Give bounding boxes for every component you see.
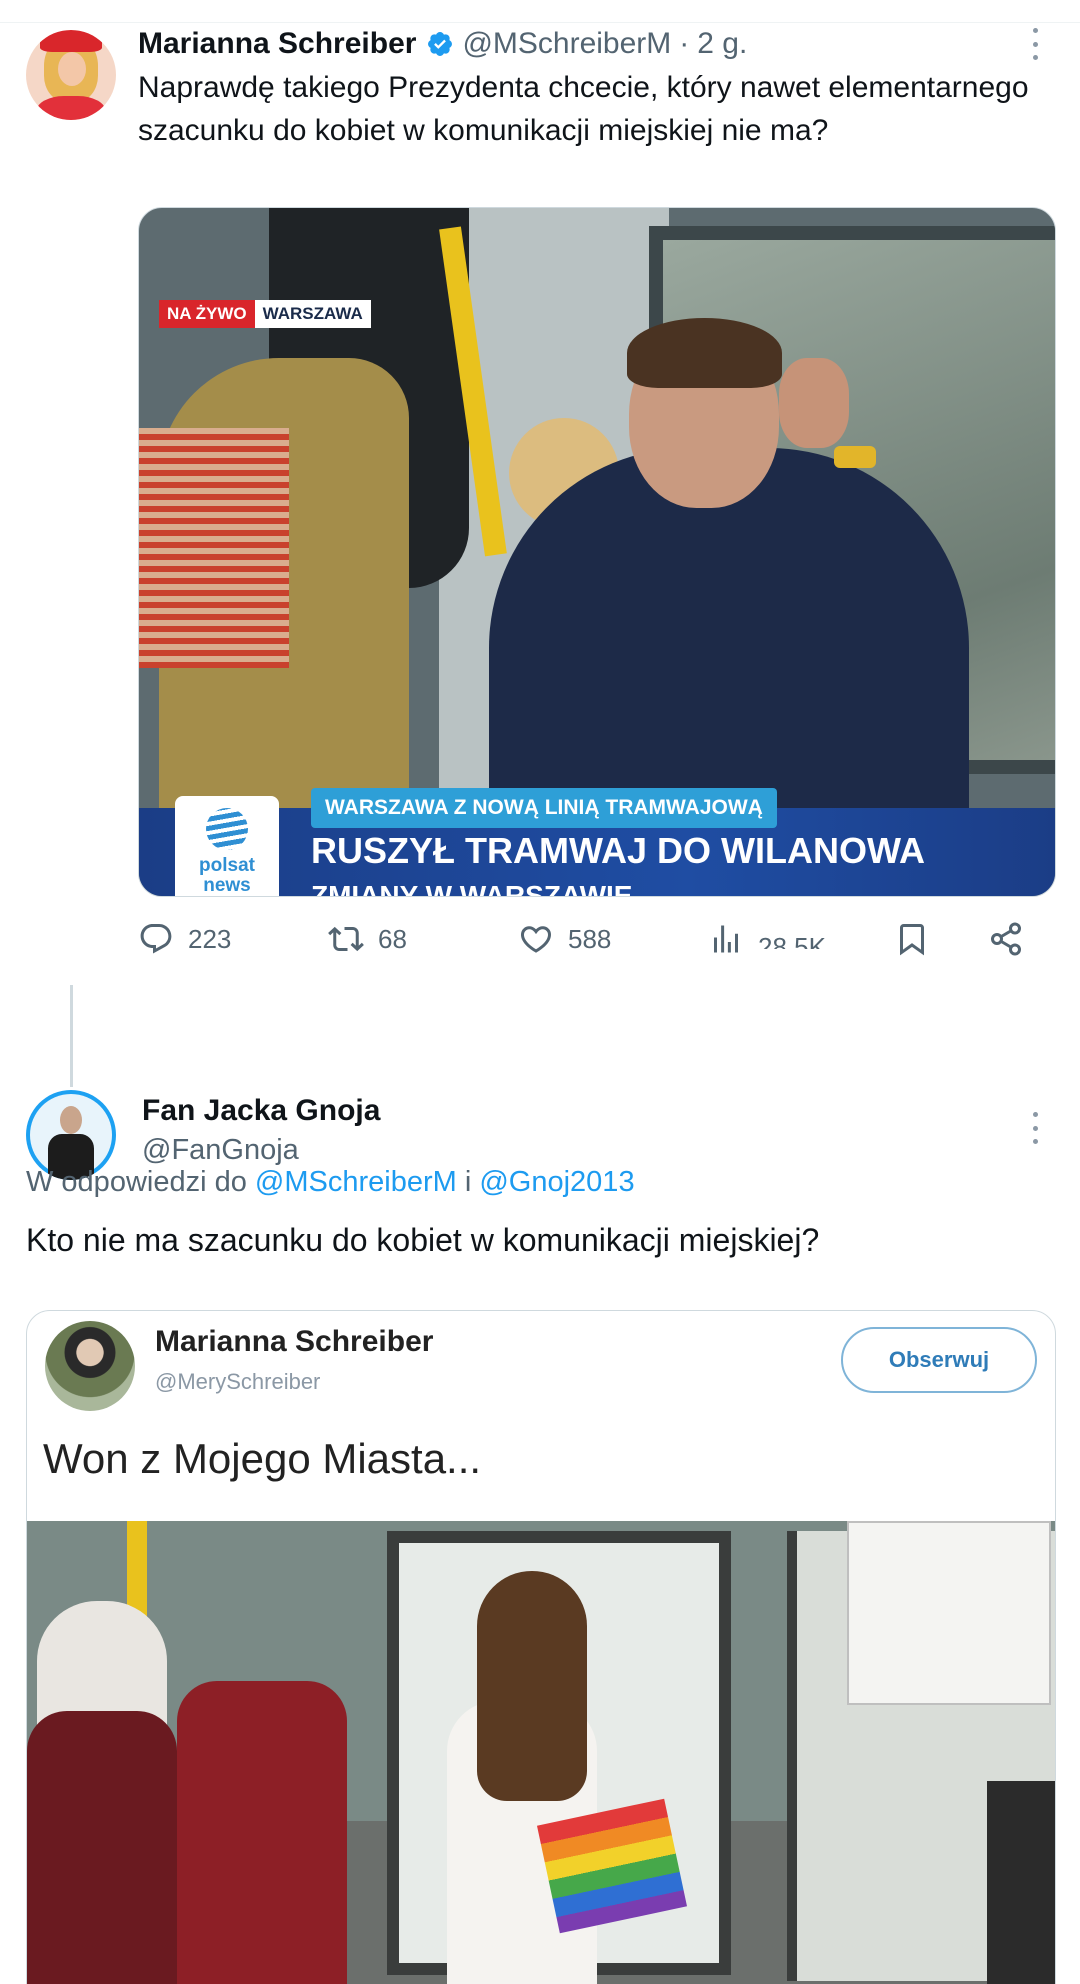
- author-handle[interactable]: @MSchreiberM: [462, 27, 671, 61]
- mention-link[interactable]: @MSchreiberM: [255, 1166, 457, 1198]
- top-divider: [0, 22, 1080, 23]
- embedded-follow-button: Obserwuj: [841, 1327, 1037, 1393]
- reply-button[interactable]: 223: [138, 916, 231, 962]
- bookmark-icon: [900, 924, 924, 956]
- reply-prefix: W odpowiedzi do: [26, 1166, 247, 1198]
- reply-joiner: i: [464, 1166, 472, 1198]
- live-label: NA ŻYWO: [159, 300, 255, 328]
- views-bars-icon: [714, 925, 738, 953]
- man-hand: [779, 358, 849, 448]
- woman-hair: [477, 1571, 587, 1801]
- author-avatar[interactable]: [26, 30, 116, 120]
- embedded-avatar: [45, 1321, 135, 1411]
- mention-link[interactable]: @Gnoj2013: [479, 1166, 634, 1198]
- author-name[interactable]: Marianna Schreiber: [138, 27, 416, 61]
- passenger-striped-shirt: [139, 428, 289, 668]
- tweet-action-bar: 223 68 588 28,5K: [138, 916, 1038, 962]
- more-dots-icon[interactable]: [1030, 1112, 1040, 1144]
- news-headline-cut: ZMIANY W WARSZAWIE: [311, 880, 633, 896]
- tweet-timestamp[interactable]: 2 g.: [697, 27, 747, 61]
- reply-text: Kto nie ma szacunku do kobiet w komunika…: [26, 1222, 820, 1258]
- polsat-globe-icon: [206, 808, 248, 850]
- avatar-face: [58, 52, 86, 86]
- reply-count: 223: [188, 923, 232, 954]
- tweet-media-image[interactable]: NA ŻYWO WARSZAWA WARSZAWA Z NOWĄ LINIĄ T…: [138, 207, 1056, 897]
- bus-seat: [27, 1711, 177, 1984]
- retweet-count: 68: [378, 923, 407, 954]
- views-button[interactable]: 28,5K: [708, 916, 826, 962]
- share-icon: [991, 922, 1021, 956]
- embedded-author-handle: @MerySchreiber: [155, 1369, 321, 1394]
- dark-seat: [987, 1781, 1055, 1984]
- thread-connector-line: [70, 985, 73, 1087]
- replying-to: W odpowiedzi do @MSchreiberM i @Gnoj2013: [26, 1166, 635, 1199]
- logo-line2: news: [203, 875, 251, 896]
- news-subheadline: WARSZAWA Z NOWĄ LINIĄ TRAMWAJOWĄ: [311, 788, 777, 828]
- bus-seat-red: [177, 1681, 347, 1984]
- man-hair: [627, 318, 782, 388]
- bus-notice-sign: [847, 1521, 1051, 1705]
- live-city-label: WARSZAWA: [254, 300, 371, 328]
- live-badge: NA ŻYWO WARSZAWA: [159, 300, 371, 328]
- avatar-head: [60, 1106, 82, 1134]
- reply-author-handle[interactable]: @FanGnoja: [142, 1134, 299, 1167]
- avatar-hat: [40, 30, 102, 52]
- views-count: 28,5K: [758, 932, 826, 949]
- news-headline: RUSZYŁ TRAMWAJ DO WILANOWA: [311, 830, 925, 871]
- verified-badge-icon[interactable]: [426, 30, 454, 58]
- share-button[interactable]: [988, 916, 1038, 962]
- logo-line1: polsat: [199, 855, 255, 876]
- yellow-watch: [834, 446, 876, 468]
- bookmark-button[interactable]: [894, 916, 944, 962]
- embedded-author-name: Marianna Schreiber: [155, 1325, 434, 1358]
- avatar-clothes: [36, 96, 106, 120]
- reply-author-name[interactable]: Fan Jacka Gnoja: [142, 1094, 380, 1128]
- heart-icon: [520, 926, 552, 953]
- tweet-header: Marianna Schreiber @MSchreiberM · 2 g.: [138, 24, 747, 64]
- dot-separator: ·: [679, 27, 690, 60]
- retweet-icon: [328, 926, 364, 952]
- retweet-button[interactable]: 68: [328, 916, 407, 962]
- like-count: 588: [568, 923, 612, 954]
- reply-media-image[interactable]: Marianna Schreiber @MerySchreiber Obserw…: [26, 1310, 1056, 1984]
- page: Marianna Schreiber @MSchreiberM · 2 g. N…: [0, 0, 1080, 1984]
- tweet-text: Naprawdę takiego Prezydenta chcecie, któ…: [138, 71, 1029, 147]
- polsat-news-logo: polsat news: [175, 796, 279, 896]
- embedded-photo: [27, 1521, 1055, 1984]
- more-dots-icon[interactable]: [1030, 28, 1040, 60]
- like-button[interactable]: 588: [518, 916, 611, 962]
- reply-bubble-icon: [140, 924, 172, 954]
- embedded-tweet-text: Won z Mojego Miasta...: [43, 1435, 482, 1482]
